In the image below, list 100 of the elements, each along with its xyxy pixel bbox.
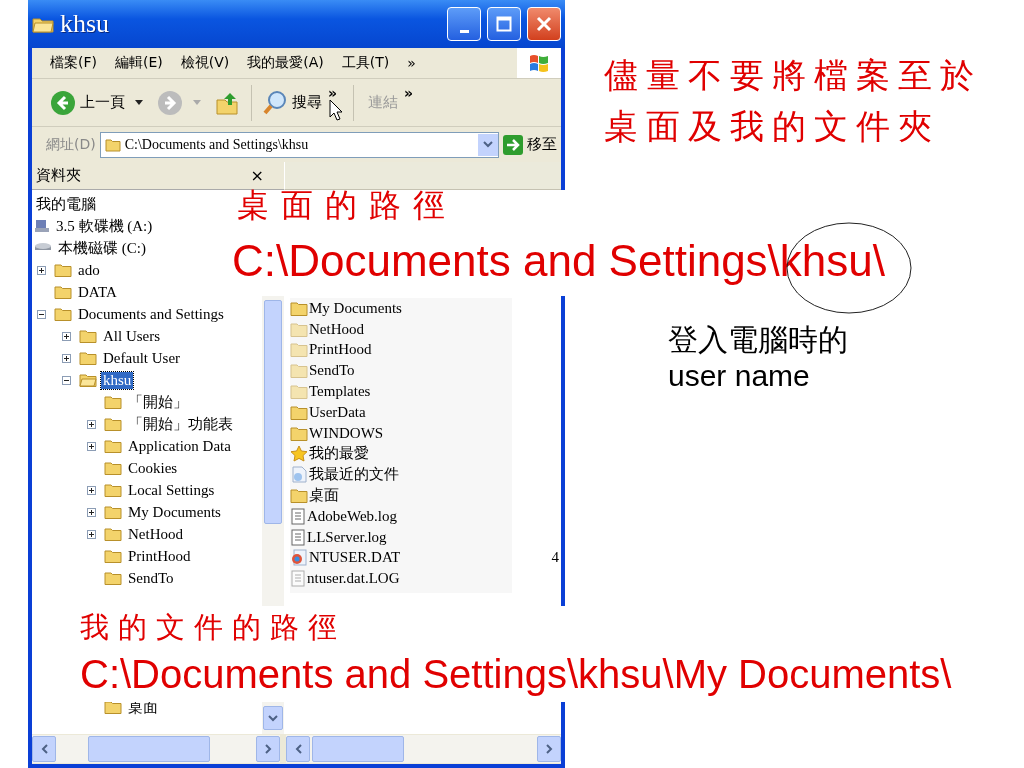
callout-title: 我的文件的路徑: [80, 609, 346, 646]
expander-icon[interactable]: [62, 331, 71, 341]
folder-icon: [54, 263, 72, 277]
folder-icon: [290, 404, 308, 420]
expander-icon[interactable]: [87, 529, 96, 539]
file-name[interactable]: NetHood: [309, 320, 364, 338]
scroll-right-button[interactable]: [256, 736, 280, 762]
file-name[interactable]: 我最近的文件: [309, 465, 399, 485]
folder-icon: [290, 363, 308, 379]
tree-item[interactable]: 「開始」: [126, 392, 190, 412]
file-name[interactable]: SendTo: [309, 362, 355, 380]
file-name[interactable]: LLServer.log: [307, 528, 387, 546]
go-button[interactable]: 移至: [503, 134, 557, 155]
pane-title: 資料夾: [36, 166, 81, 185]
search-button[interactable]: 搜尋: [262, 89, 322, 116]
windows-logo-icon: [517, 48, 561, 78]
tree-item[interactable]: SendTo: [126, 569, 176, 587]
close-icon: [536, 16, 552, 32]
mouse-pointer-icon: [329, 98, 344, 121]
folder-icon: [104, 137, 121, 152]
menu-item[interactable]: 編輯(E): [115, 54, 163, 72]
expander-icon[interactable]: [87, 507, 96, 517]
scroll-left-button[interactable]: [32, 736, 56, 762]
scroll-down-button[interactable]: [263, 706, 283, 730]
tree-item[interactable]: DATA: [76, 283, 119, 301]
folder-icon: [54, 285, 72, 299]
close-pane-button[interactable]: ×: [250, 166, 264, 185]
expander-icon[interactable]: [37, 265, 46, 275]
chevron-left-icon: [294, 744, 302, 754]
folder-icon: [104, 461, 122, 475]
scroll-right-button[interactable]: [537, 736, 561, 762]
back-button[interactable]: 上一頁: [50, 89, 125, 116]
folder-icon: [104, 395, 122, 409]
expander-icon[interactable]: [62, 353, 71, 363]
chevron-left-icon: [40, 744, 48, 754]
tree-item[interactable]: Documents and Settings: [76, 305, 226, 323]
file-name[interactable]: UserData: [309, 403, 366, 421]
tree-item[interactable]: 「開始」功能表: [126, 414, 235, 434]
tree-item[interactable]: 本機磁碟 (C:): [56, 238, 148, 258]
chevron-down-icon: [268, 714, 278, 722]
menu-item[interactable]: 我的最愛(A): [247, 54, 324, 72]
menu-item[interactable]: 檔案(F): [50, 54, 97, 72]
file-size: 4: [551, 549, 559, 567]
folder-icon: [290, 384, 308, 400]
tree-item[interactable]: ado: [76, 261, 102, 279]
menu-item[interactable]: 檢視(V): [180, 54, 230, 72]
address-label: 網址(D): [46, 135, 96, 154]
scrollbar-thumb[interactable]: [264, 300, 282, 524]
file-name[interactable]: My Documents: [309, 299, 402, 317]
expander-icon[interactable]: [37, 309, 46, 319]
scrollbar-thumb[interactable]: [88, 736, 210, 762]
star-icon: [290, 445, 308, 463]
folder-icon: [290, 425, 308, 441]
file-name[interactable]: 桌面: [309, 486, 339, 506]
tree-item[interactable]: NetHood: [126, 525, 185, 543]
folder-icon: [290, 488, 308, 504]
scrollbar-thumb[interactable]: [312, 736, 404, 762]
file-name[interactable]: PrintHood: [309, 341, 372, 359]
file-name[interactable]: AdobeWeb.log: [307, 507, 398, 525]
menu-item[interactable]: 工具(T): [341, 54, 390, 72]
tree-item[interactable]: 我的電腦: [34, 194, 98, 214]
callout-path: C:\Documents and Settings\khsu\My Documents\: [80, 652, 952, 697]
tree-item[interactable]: My Documents: [126, 503, 223, 521]
menu-item[interactable]: »: [407, 55, 416, 71]
folder-icon: [104, 439, 122, 453]
folder-icon: [290, 342, 308, 358]
caret-icon[interactable]: [135, 99, 143, 106]
file-name[interactable]: ntuser.dat.LOG: [307, 570, 400, 588]
window-title: khsu: [60, 9, 110, 39]
tree-item[interactable]: Cookies: [126, 459, 180, 477]
maximize-button[interactable]: [487, 7, 521, 41]
expander-icon[interactable]: [87, 419, 96, 429]
expander-icon[interactable]: [87, 485, 96, 495]
expander-icon[interactable]: [62, 375, 71, 385]
file-name[interactable]: Templates: [309, 383, 371, 401]
tree-item[interactable]: PrintHood: [126, 547, 193, 565]
close-button[interactable]: [527, 7, 561, 41]
chevron-right-icon: [264, 744, 272, 754]
expander-icon[interactable]: [87, 441, 96, 451]
file-name[interactable]: 我的最愛: [309, 444, 369, 464]
tree-item[interactable]: All Users: [101, 327, 163, 345]
folder-icon: [79, 373, 97, 387]
tree-item[interactable]: khsu: [101, 371, 134, 389]
more-button[interactable]: »: [328, 85, 338, 101]
tree-item[interactable]: 3.5 軟碟機 (A:): [54, 216, 155, 236]
folder-icon: [290, 300, 308, 316]
tree-item[interactable]: Application Data: [126, 437, 233, 455]
folder-icon: [104, 417, 122, 431]
file-name[interactable]: NTUSER.DAT: [309, 549, 401, 567]
folder-icon: [32, 15, 54, 33]
dropdown-button[interactable]: [478, 133, 498, 156]
scroll-left-button[interactable]: [286, 736, 310, 762]
more-button[interactable]: »: [404, 85, 414, 101]
tree-item[interactable]: Default User: [101, 349, 183, 367]
file-name[interactable]: WINDOWS: [309, 424, 384, 442]
tree-item[interactable]: Local Settings: [126, 481, 217, 499]
minimize-button[interactable]: [447, 7, 481, 41]
folder-icon: [104, 549, 122, 563]
address-field[interactable]: C:\Documents and Settings\khsu: [99, 131, 499, 158]
advice-text: 儘量不要將檔案至於桌面及我的文件夾: [604, 54, 983, 148]
